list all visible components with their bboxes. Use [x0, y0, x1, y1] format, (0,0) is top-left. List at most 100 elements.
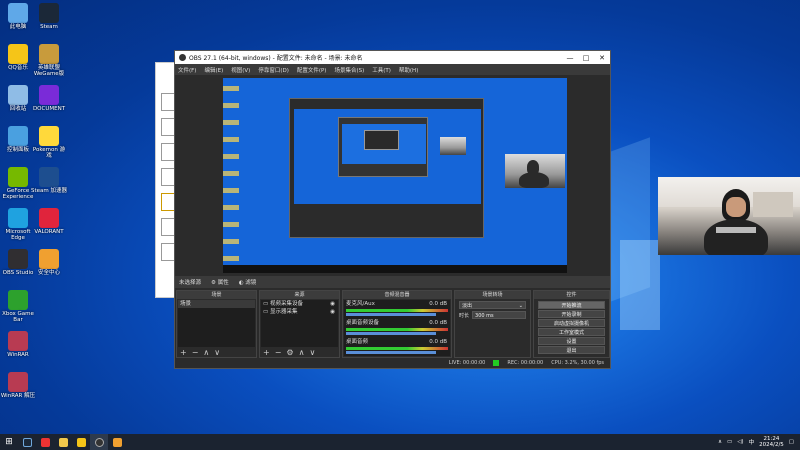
- valorant-icon: [39, 208, 59, 228]
- menu-item[interactable]: 停靠窗口(D): [258, 66, 289, 74]
- source-toolbar-button[interactable]: −: [275, 348, 282, 357]
- source-toolbar-button[interactable]: +: [263, 348, 270, 357]
- source-item[interactable]: ▭ 显示器采集 ◉: [261, 308, 338, 316]
- desktop-icon-label: 英雄联盟 WeGame版: [33, 65, 65, 77]
- archive2-desktop-shortcut[interactable]: WinRAR 解压: [0, 372, 36, 399]
- control-button[interactable]: 开始录制: [538, 310, 605, 318]
- filters-button[interactable]: ◐ 滤镜: [239, 278, 257, 286]
- control-button[interactable]: 退出: [538, 346, 605, 354]
- anchor-desktop-shortcut[interactable]: Steam 加速器: [31, 167, 67, 194]
- tray-ime-icon[interactable]: 中: [749, 438, 755, 446]
- edge-icon: [8, 208, 28, 228]
- obs-logo-icon: [179, 54, 186, 61]
- tray-volume-icon[interactable]: ◁): [737, 439, 743, 445]
- scene-toolbar-button[interactable]: ∨: [214, 348, 220, 357]
- source-item[interactable]: ▭ 视频采集设备 ◉: [261, 300, 338, 308]
- taskbar-shield-icon[interactable]: [108, 434, 126, 450]
- obs-icon: [8, 249, 28, 269]
- pikachu-desktop-shortcut[interactable]: Pokemon 游戏: [31, 126, 67, 159]
- taskbar-obs-icon[interactable]: [90, 434, 108, 450]
- shield-desktop-shortcut[interactable]: 安全中心: [31, 249, 67, 276]
- scene-toolbar-button[interactable]: +: [180, 348, 187, 357]
- transitions-header: 场景转场: [455, 291, 530, 299]
- notification-icon[interactable]: ▢: [789, 439, 794, 445]
- computer-icon: [8, 3, 28, 23]
- source-toolbar-button[interactable]: ⚙: [286, 348, 293, 357]
- volume-meter: [346, 328, 448, 331]
- mixer-track: 桌面音频设备 0.0 dB: [344, 319, 450, 335]
- recycle-bin-icon: [8, 85, 28, 105]
- track-label: 麦克风/Aux 0.0 dB: [346, 301, 447, 307]
- scene-toolbar-button[interactable]: ∧: [203, 348, 209, 357]
- obs-window[interactable]: OBS 27.1 (64-bit, windows) - 配置文件: 未命名 -…: [174, 50, 611, 369]
- tray-expand-icon[interactable]: ∧: [718, 439, 722, 445]
- qq-icon: [8, 44, 28, 64]
- desktop-icon-label: Pokemon 游戏: [32, 147, 66, 159]
- volume-slider[interactable]: [346, 313, 436, 316]
- taskbar-app-icon[interactable]: [36, 434, 54, 450]
- control-button[interactable]: 设置: [538, 337, 605, 345]
- volume-slider[interactable]: [346, 332, 436, 335]
- scenes-header: 场景: [177, 291, 256, 299]
- tray-network-icon[interactable]: ▭: [727, 439, 732, 445]
- track-label: 桌面音频 0.0 dB: [346, 339, 447, 345]
- taskbar-qq-icon[interactable]: [72, 434, 90, 450]
- scenes-list[interactable]: 场景: [178, 300, 255, 347]
- valorant-desktop-shortcut[interactable]: VALORANT: [31, 208, 67, 235]
- scene-item[interactable]: 场景: [178, 300, 255, 308]
- mixer-track: 麦克风/Aux 0.0 dB: [344, 300, 450, 316]
- visibility-eye-icon[interactable]: ◉: [330, 308, 338, 316]
- title-bar[interactable]: OBS 27.1 (64-bit, windows) - 配置文件: 未命名 -…: [175, 51, 610, 64]
- scene-toolbar-button[interactable]: −: [192, 348, 199, 357]
- anchor-icon: [39, 167, 59, 187]
- menu-item[interactable]: 编辑(E): [204, 66, 223, 74]
- clock[interactable]: 21:24 2024/2/5: [759, 436, 784, 448]
- controls-list: 开始推流 开始录制 启动虚拟摄像机 工作室模式 设置 退出: [535, 300, 608, 356]
- menu-item[interactable]: 配置文件(P): [297, 66, 327, 74]
- mixer-track: 桌面音频 0.0 dB: [344, 338, 450, 354]
- preview-webcam: [505, 154, 565, 188]
- sources-dock: 来源 ▭ 视频采集设备 ◉ ▭ 显示器采集 ◉ + − ⚙ ∧ ∨: [259, 290, 340, 358]
- source-label: 显示器采集: [269, 309, 298, 315]
- menu-item[interactable]: 视图(V): [231, 66, 250, 74]
- taskbar-steam-icon[interactable]: [18, 434, 36, 450]
- rec-status: REC: 00:00:00: [507, 360, 544, 366]
- source-toolbar-button[interactable]: ∨: [309, 348, 315, 357]
- start-button[interactable]: ⊞: [0, 434, 18, 450]
- desktop-icon-label: WinRAR 解压: [0, 393, 36, 399]
- properties-button[interactable]: ⚙ 属性: [211, 278, 229, 286]
- status-bar: LIVE: 00:00:00 REC: 00:00:00 CPU: 3.2%, …: [175, 358, 610, 368]
- game-desktop-shortcut[interactable]: 英雄联盟 WeGame版: [31, 44, 67, 77]
- archive-icon: [8, 331, 28, 351]
- transition-select[interactable]: 淡出 ⌄: [459, 301, 526, 309]
- control-button[interactable]: 启动虚拟摄像机: [538, 319, 605, 327]
- close-button[interactable]: ✕: [594, 54, 610, 62]
- taskbar-folder-icon[interactable]: [54, 434, 72, 450]
- source-status-row: 未选择源 ⚙ 属性 ◐ 滤镜: [175, 276, 610, 288]
- pikachu-icon: [39, 126, 59, 146]
- duration-input[interactable]: 300 ms: [472, 311, 526, 319]
- control-button[interactable]: 开始推流: [538, 301, 605, 309]
- steam-desktop-shortcut[interactable]: Steam: [31, 3, 67, 30]
- maximize-button[interactable]: □: [578, 54, 594, 62]
- volume-slider[interactable]: [346, 351, 436, 354]
- preview-nested-obs: [289, 98, 484, 238]
- minimize-button[interactable]: —: [562, 54, 578, 62]
- desktop-icon-label: 安全中心: [37, 270, 60, 276]
- sources-list[interactable]: ▭ 视频采集设备 ◉ ▭ 显示器采集 ◉: [261, 300, 338, 347]
- menu-item[interactable]: 场景集合(S): [334, 66, 364, 74]
- menu-item[interactable]: 文件(F): [178, 66, 196, 74]
- menu-item[interactable]: 工具(T): [372, 66, 391, 74]
- live-status: LIVE: 00:00:00: [448, 360, 486, 366]
- xbox-desktop-shortcut[interactable]: Xbox Game Bar: [0, 290, 36, 323]
- archive2-icon: [8, 372, 28, 392]
- menu-item[interactable]: 帮助(H): [399, 66, 418, 74]
- visibility-eye-icon[interactable]: ◉: [330, 300, 338, 308]
- archive-desktop-shortcut[interactable]: WinRAR: [0, 331, 36, 358]
- preview-canvas[interactable]: [223, 78, 567, 273]
- taskbar: ⊞ ∧ ▭ ◁) 中 21:24 2024/2/5 ▢: [0, 434, 800, 450]
- app-desktop-shortcut[interactable]: DOCUMENT: [31, 85, 67, 112]
- source-toolbar-button[interactable]: ∧: [299, 348, 305, 357]
- rec-indicator-icon: [493, 360, 500, 366]
- control-button[interactable]: 工作室模式: [538, 328, 605, 336]
